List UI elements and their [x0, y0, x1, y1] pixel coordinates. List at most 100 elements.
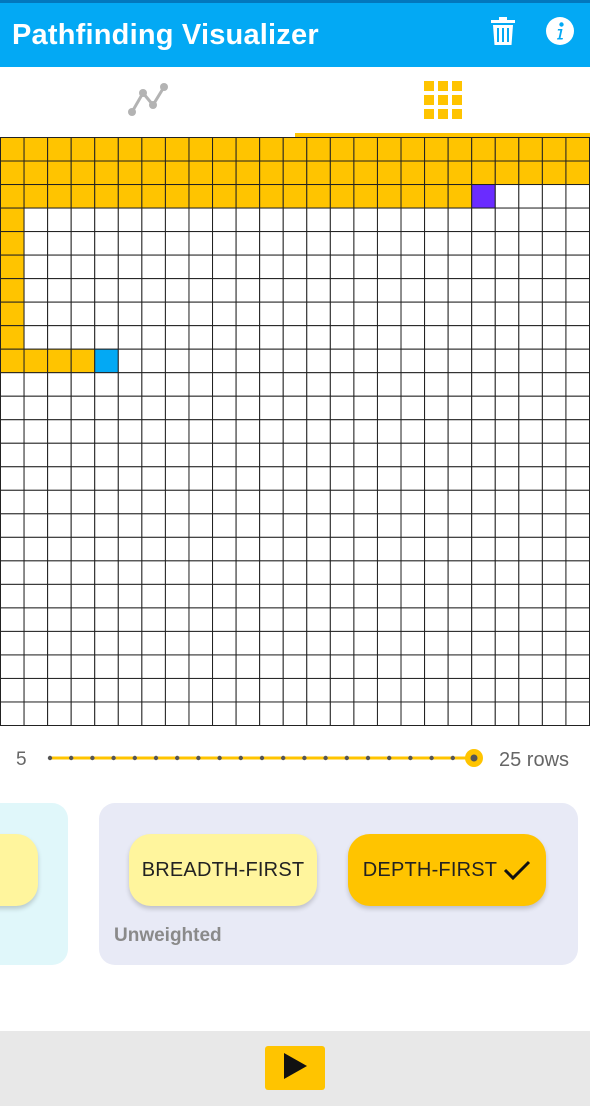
grid-cell[interactable]: [23, 607, 49, 632]
grid-cell[interactable]: [235, 348, 261, 374]
grid-cell[interactable]: [282, 489, 308, 515]
grid-cell[interactable]: [259, 536, 284, 562]
visited-cell[interactable]: [235, 160, 261, 186]
grid-cell[interactable]: [376, 466, 402, 491]
grid-cell[interactable]: [141, 254, 166, 280]
grid-cell[interactable]: [306, 348, 331, 374]
grid-cell[interactable]: [212, 231, 237, 256]
grid-cell[interactable]: [541, 184, 567, 209]
grid-cell[interactable]: [376, 560, 402, 585]
grid-cell[interactable]: [188, 654, 214, 679]
grid-cell[interactable]: [70, 231, 96, 256]
grid-cell[interactable]: [329, 419, 355, 444]
grid-cell[interactable]: [329, 325, 355, 350]
grid-cell[interactable]: [164, 372, 190, 397]
grid-cell[interactable]: [306, 372, 331, 397]
grid-cell[interactable]: [541, 677, 567, 703]
grid-cell[interactable]: [353, 395, 378, 421]
grid-cell[interactable]: [282, 536, 308, 562]
visited-cell[interactable]: [306, 184, 331, 209]
grid-cell[interactable]: [306, 536, 331, 562]
grid-cell[interactable]: [235, 560, 261, 585]
grid-cell[interactable]: [164, 630, 190, 656]
grid-cell[interactable]: [23, 301, 49, 327]
grid-cell[interactable]: [141, 419, 166, 444]
grid-cell[interactable]: [235, 701, 261, 726]
grid-cell[interactable]: [259, 466, 284, 491]
grid-cell[interactable]: [471, 254, 496, 280]
grid-cell[interactable]: [47, 654, 72, 679]
grid-cell[interactable]: [212, 536, 237, 562]
grid-cell[interactable]: [23, 536, 49, 562]
grid-cell[interactable]: [141, 560, 166, 585]
grid-cell[interactable]: [471, 583, 496, 609]
visited-cell[interactable]: [353, 184, 378, 209]
grid-cell[interactable]: [188, 536, 214, 562]
grid-cell[interactable]: [47, 442, 72, 468]
grid-cell[interactable]: [70, 536, 96, 562]
grid-cell[interactable]: [353, 630, 378, 656]
grid-cell[interactable]: [23, 489, 49, 515]
grid-cell[interactable]: [164, 442, 190, 468]
grid-cell[interactable]: [282, 395, 308, 421]
grid-canvas[interactable]: [0, 137, 590, 726]
grid-cell[interactable]: [70, 701, 96, 726]
visited-cell[interactable]: [23, 348, 49, 374]
visited-cell[interactable]: [164, 137, 190, 162]
grid-cell[interactable]: [376, 207, 402, 233]
grid-cell[interactable]: [400, 254, 426, 280]
grid-cell[interactable]: [541, 442, 567, 468]
visited-cell[interactable]: [329, 184, 355, 209]
visited-cell[interactable]: [188, 137, 214, 162]
grid-cell[interactable]: [329, 207, 355, 233]
grid-cell[interactable]: [188, 630, 214, 656]
grid-cell[interactable]: [164, 395, 190, 421]
visited-cell[interactable]: [424, 160, 449, 186]
grid-cell[interactable]: [164, 513, 190, 538]
grid-cell[interactable]: [94, 372, 119, 397]
grid-cell[interactable]: [424, 630, 449, 656]
grid-cell[interactable]: [494, 254, 520, 280]
grid-cell[interactable]: [447, 419, 473, 444]
grid-cell[interactable]: [0, 630, 25, 656]
grid-cell[interactable]: [212, 207, 237, 233]
grid-cell[interactable]: [306, 301, 331, 327]
grid-cell[interactable]: [424, 607, 449, 632]
grid-cell[interactable]: [0, 395, 25, 421]
visited-cell[interactable]: [47, 160, 72, 186]
grid-cell[interactable]: [141, 442, 166, 468]
grid-cell[interactable]: [471, 207, 496, 233]
visited-cell[interactable]: [235, 184, 261, 209]
grid-cell[interactable]: [447, 654, 473, 679]
grid-cell[interactable]: [212, 489, 237, 515]
grid-cell[interactable]: [447, 207, 473, 233]
grid-cell[interactable]: [141, 654, 166, 679]
grid-cell[interactable]: [447, 254, 473, 280]
grid-cell[interactable]: [282, 301, 308, 327]
grid-cell[interactable]: [494, 560, 520, 585]
clear-grid-button[interactable]: [485, 15, 521, 51]
grid-cell[interactable]: [259, 513, 284, 538]
grid-cell[interactable]: [164, 207, 190, 233]
visited-cell[interactable]: [400, 160, 426, 186]
grid-cell[interactable]: [471, 677, 496, 703]
grid-cell[interactable]: [188, 583, 214, 609]
grid-cell[interactable]: [188, 466, 214, 491]
grid-cell[interactable]: [329, 630, 355, 656]
grid-cell[interactable]: [306, 701, 331, 726]
visited-cell[interactable]: [94, 184, 119, 209]
grid-cell[interactable]: [0, 536, 25, 562]
grid-cell[interactable]: [306, 560, 331, 585]
grid-cell[interactable]: [565, 654, 590, 679]
grid-cell[interactable]: [447, 231, 473, 256]
grid-cell[interactable]: [329, 466, 355, 491]
visited-cell[interactable]: [259, 160, 284, 186]
grid-cell[interactable]: [471, 301, 496, 327]
visited-cell[interactable]: [494, 160, 520, 186]
grid-cell[interactable]: [141, 207, 166, 233]
grid-cell[interactable]: [353, 701, 378, 726]
grid-cell[interactable]: [541, 466, 567, 491]
grid-cell[interactable]: [235, 677, 261, 703]
grid-cell[interactable]: [23, 513, 49, 538]
grid-cell[interactable]: [447, 513, 473, 538]
